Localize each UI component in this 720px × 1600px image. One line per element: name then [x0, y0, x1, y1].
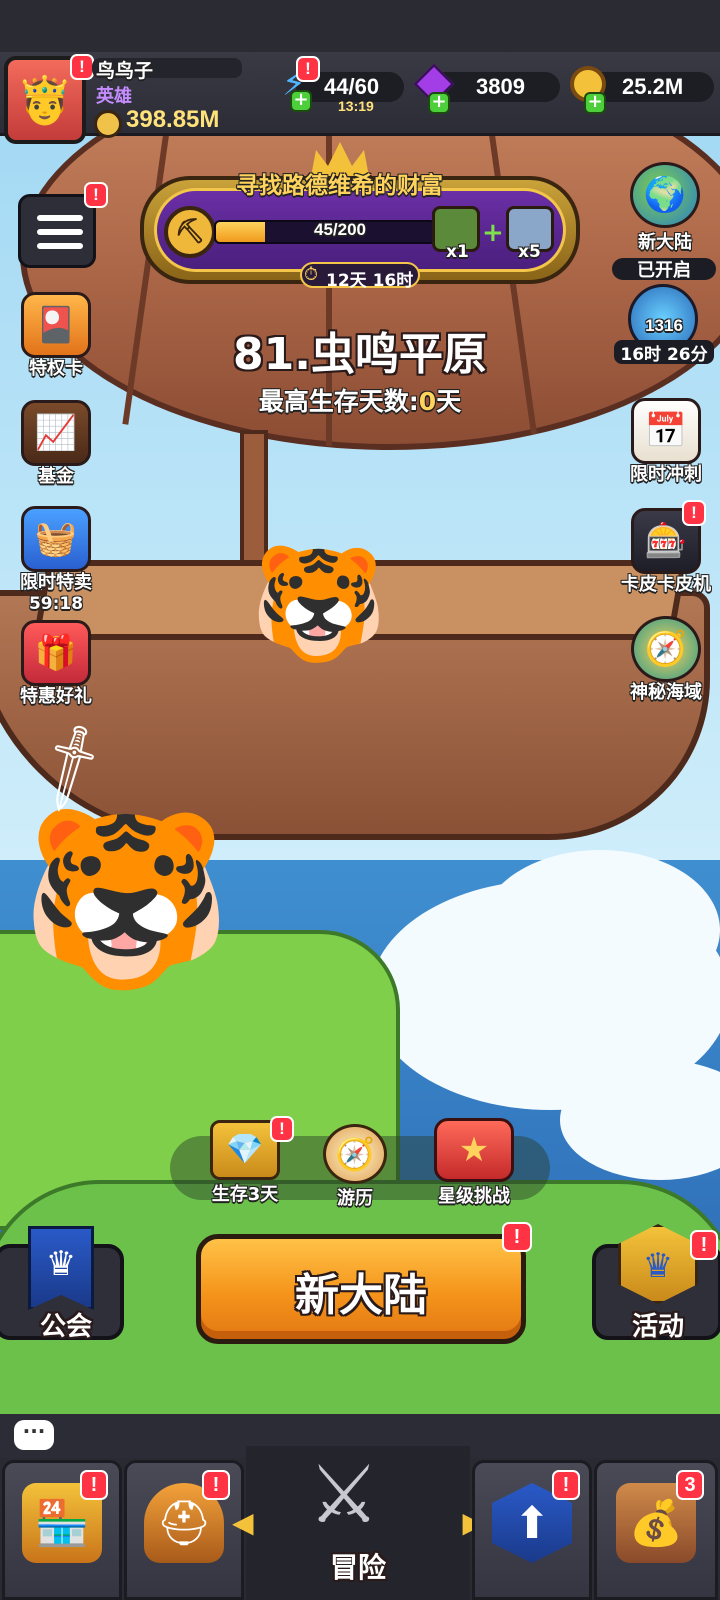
add-gold-button[interactable]: +	[584, 92, 606, 114]
compass-wheel-icon: 🧭	[631, 616, 701, 682]
power-value: 398.85M	[126, 106, 220, 133]
privilege-card-button[interactable]: 🎴 特权卡	[6, 292, 106, 392]
shop-badge: !	[80, 1470, 108, 1500]
survive-badge: !	[270, 1116, 294, 1142]
chevron-left-icon: ◀	[232, 1506, 254, 1539]
gift-box-icon: 🎁	[21, 620, 91, 686]
fund-chart-icon: 📈	[21, 400, 91, 466]
quest-progress-fill	[216, 222, 266, 242]
plus-icon: +	[482, 218, 504, 248]
nav-tab-adventure[interactable]: ◀ ▶ ⚔ 冒险	[232, 1446, 484, 1600]
new-continent-button[interactable]: 🌍 新大陆	[612, 162, 718, 262]
player-capybara-on-tiger: 🐯	[20, 801, 232, 999]
calendar-icon: 📅	[631, 398, 701, 464]
energy-notification-badge: !	[296, 56, 320, 82]
energy-timer: 13:19	[338, 98, 374, 114]
limited-sprint-button[interactable]: 📅 限时冲刺	[614, 398, 718, 498]
chat-bubble-icon[interactable]: ···	[14, 1420, 54, 1450]
start-button-badge: !	[502, 1222, 532, 1252]
boss-timer: 16时 26分	[620, 345, 708, 365]
best-survival-days: 最高生存天数:0天	[258, 387, 462, 416]
cloud	[480, 850, 720, 1010]
hamburger-icon	[37, 215, 83, 221]
chest-count-badge: 3	[676, 1470, 704, 1500]
new-continent-status: 已开启	[637, 260, 691, 281]
limited-sale-timer: 59:18	[28, 594, 84, 614]
gold-value: 25.2M	[622, 74, 684, 99]
compass-icon: 🧭	[323, 1124, 387, 1184]
add-gems-button[interactable]: +	[428, 92, 450, 114]
quest-timer: 12天 16时	[326, 271, 414, 291]
events-badge: !	[690, 1230, 718, 1260]
limited-sale-basket-icon: 🧺	[21, 506, 91, 572]
power-icon	[94, 110, 122, 138]
quest-token-icon: ⛏	[164, 206, 216, 258]
special-gift-button[interactable]: 🎁 特惠好礼	[6, 620, 106, 720]
add-energy-button[interactable]: +	[290, 90, 312, 112]
globe-icon: 🌍	[630, 162, 700, 228]
crossed-swords-icon: ⚔	[308, 1448, 380, 1541]
equipment-badge: !	[202, 1470, 230, 1500]
player-title: 英雄	[96, 86, 132, 107]
privilege-card-icon: 🎴	[21, 292, 91, 358]
quest-progress-text: 45/200	[314, 220, 366, 239]
fund-button[interactable]: 📈 基金	[6, 400, 106, 500]
clock-icon: ⏱	[304, 264, 319, 285]
energy-value: 44/60	[324, 74, 380, 99]
player-name: 鸟鸟子	[96, 60, 154, 82]
menu-notification-badge: !	[84, 182, 108, 208]
upgrade-badge: !	[552, 1470, 580, 1500]
travel-button[interactable]: 🧭 游历	[310, 1124, 400, 1210]
quest-title: 寻找路德维希的财富	[236, 173, 443, 199]
capybara-rider-on-ship: 🐯	[250, 540, 387, 668]
capybara-machine-badge: !	[682, 500, 706, 526]
limited-sale-button[interactable]: 🧺 限时特卖 59:18	[6, 506, 106, 614]
boss-count: 1316	[645, 316, 683, 335]
star-challenge-button[interactable]: ★ 星级挑战	[424, 1118, 524, 1208]
mystic-sea-button[interactable]: 🧭 神秘海域	[614, 616, 718, 716]
guild-button[interactable]: ♛ 公会	[0, 1226, 124, 1342]
guild-banner-icon: ♛	[28, 1226, 94, 1310]
system-status-bar	[0, 0, 720, 52]
start-adventure-button[interactable]: 新大陆	[196, 1234, 526, 1344]
reward2-count: x5	[518, 242, 541, 262]
gem-value: 3809	[476, 74, 525, 99]
star-icon: ★	[434, 1118, 514, 1182]
avatar-notification-badge: !	[70, 54, 94, 80]
reward1-count: x1	[446, 242, 469, 262]
menu-button[interactable]	[18, 194, 96, 268]
